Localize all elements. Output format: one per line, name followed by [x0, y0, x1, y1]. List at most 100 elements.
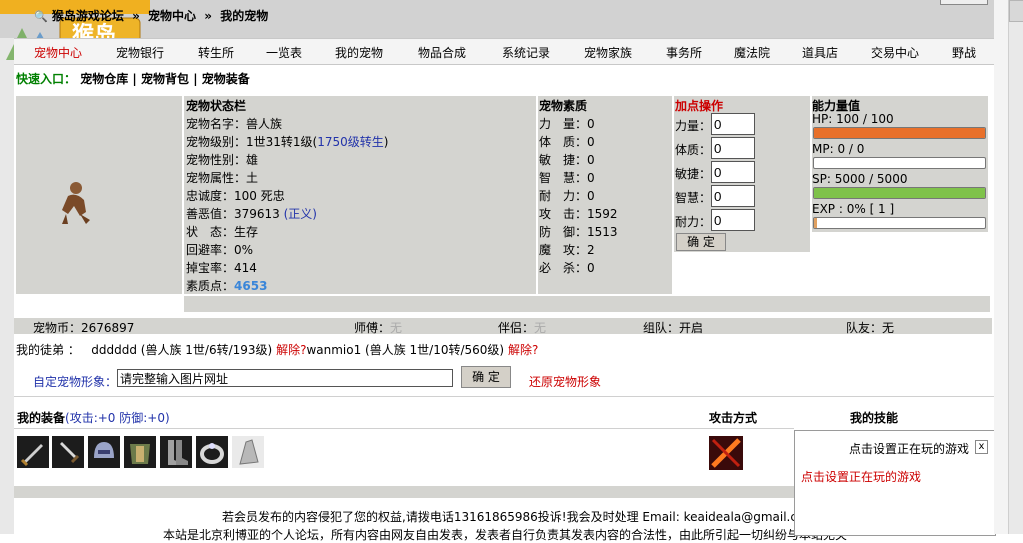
- pet-state: 状 态：生存: [186, 225, 259, 239]
- wisdom-input[interactable]: [711, 185, 755, 207]
- pet-level-rebirth-link[interactable]: 1750级转生: [317, 135, 384, 149]
- team-status: 组队：开启: [643, 319, 703, 336]
- nav-item-shop[interactable]: 道具店: [802, 44, 838, 61]
- custom-image-confirm-button[interactable]: 确 定: [461, 366, 511, 388]
- teammate-status: 队友：无: [846, 319, 894, 336]
- equipment-header: 我的装备(攻击:+0 防御:+0): [17, 409, 170, 426]
- quick-sep: |: [193, 72, 198, 86]
- apprentice-2-release-link[interactable]: 解除?: [508, 343, 538, 357]
- team-value: 开启: [679, 321, 704, 335]
- vertical-scrollbar[interactable]: [1008, 0, 1023, 534]
- exp-bar: [813, 217, 986, 229]
- custom-image-label: 自定宠物形象：: [33, 375, 118, 389]
- constitution-input[interactable]: [711, 137, 755, 159]
- quality-points-value: 4653: [234, 279, 268, 293]
- apprentice-1: dddddd (兽人族 1世/6转/193级): [91, 343, 273, 357]
- add-label-strength: 力量：: [675, 119, 712, 133]
- page: 猴岛 bbs.houdao.com 🔍 猴岛游戏论坛 » 宠物中心 » 我的宠物…: [0, 0, 1023, 542]
- apprentice-1-release-link[interactable]: 解除?: [276, 343, 306, 357]
- nav-item-synthesis[interactable]: 物品合成: [418, 44, 466, 61]
- quality-defense: 防 御：1513: [539, 225, 618, 239]
- nav-my-pet[interactable]: 我的宠物: [335, 44, 383, 61]
- hp-text: HP: 100 / 100: [812, 112, 894, 126]
- nav-overview[interactable]: 一览表: [266, 44, 302, 61]
- left-margin: [0, 0, 14, 534]
- add-points-confirm-button[interactable]: 确 定: [676, 233, 726, 251]
- footer-disclaimer: 本站是北京利博亚的个人论坛，所有内容由网友自由发表，发表者自行负责其发表内容的合…: [163, 528, 848, 542]
- add-label-constitution: 体质：: [675, 143, 712, 157]
- pet-level-prefix: 宠物级别：1世31转1级(: [186, 135, 318, 149]
- quick-link-backpack[interactable]: 宠物背包: [141, 72, 189, 86]
- pet-level-suffix: ): [383, 135, 389, 149]
- add-label-wisdom: 智慧：: [675, 191, 712, 205]
- quick-link-warehouse[interactable]: 宠物仓库: [80, 72, 128, 86]
- nav-trade-center[interactable]: 交易中心: [871, 44, 919, 61]
- exp-text: EXP : 0% [ 1 ]: [812, 202, 895, 216]
- teammate-value: 无: [882, 321, 895, 335]
- divider: [14, 396, 994, 397]
- quick-entry: 快速入口： 宠物仓库 | 宠物背包 | 宠物装备: [16, 70, 250, 87]
- quality-strength: 力 量：0: [539, 117, 595, 131]
- dagger-icon[interactable]: [52, 436, 84, 468]
- quality-agility: 敏 捷：0: [539, 153, 595, 167]
- game-status-popup: 点击设置正在玩的游戏 x 点击设置正在玩的游戏: [794, 430, 996, 536]
- hp-bar-fill: [814, 128, 985, 138]
- nav-pet-family[interactable]: 宠物家族: [584, 44, 632, 61]
- agility-input[interactable]: [711, 161, 755, 183]
- nav-magic-academy[interactable]: 魔法院: [734, 44, 770, 61]
- pet-coins: 宠物币：2676897: [33, 321, 135, 335]
- attack-mode-label: 攻击方式: [709, 411, 758, 425]
- sp-text: SP: 5000 / 5000: [812, 172, 908, 186]
- pet-quality-points: 素质点：4653: [186, 277, 267, 294]
- apprentice-row: 我的徒弟 ： dddddd (兽人族 1世/6转/193级) 解除?wanmio…: [16, 341, 538, 358]
- helmet-icon[interactable]: [88, 436, 120, 468]
- popup-set-game-link[interactable]: 点击设置正在玩的游戏: [801, 468, 921, 485]
- quality-critical: 必 杀：0: [539, 261, 595, 275]
- breadcrumb-forum[interactable]: 猴岛游戏论坛: [52, 9, 124, 23]
- nav-system-log[interactable]: 系统记录: [502, 44, 550, 61]
- pet-level: 宠物级别：1世31转1级(1750级转生): [186, 133, 388, 150]
- breadcrumb-center[interactable]: 宠物中心: [148, 9, 196, 23]
- pet-image-panel: [16, 96, 182, 294]
- scrollbar-thumb[interactable]: [1009, 0, 1023, 22]
- divider: [14, 428, 794, 429]
- armor-icon[interactable]: [124, 436, 156, 468]
- quality-title: 宠物素质: [539, 99, 588, 113]
- pet-attribute: 宠物属性：土: [186, 171, 259, 185]
- close-icon[interactable]: x: [975, 440, 988, 454]
- add-label-agility: 敏捷：: [675, 167, 712, 181]
- quality-constitution: 体 质：0: [539, 135, 595, 149]
- add-points-title: 加点操作: [675, 99, 724, 113]
- master-value: 无: [390, 321, 403, 335]
- nav-pet-bank[interactable]: 宠物银行: [116, 44, 164, 61]
- nav-rebirth[interactable]: 转生所: [198, 44, 234, 61]
- gauntlet-icon[interactable]: [232, 436, 264, 468]
- sp-bar: [813, 187, 986, 199]
- quick-link-equipment[interactable]: 宠物装备: [202, 72, 250, 86]
- pet-drop-rate: 掉宝率：414: [186, 261, 257, 275]
- status-bottom-band: [184, 296, 990, 312]
- add-label-endurance: 耐力：: [675, 215, 712, 229]
- restore-image-link[interactable]: 还原宠物形象: [529, 373, 601, 390]
- quick-sep: |: [132, 72, 137, 86]
- popup-title: 点击设置正在玩的游戏: [849, 442, 970, 456]
- nav-office[interactable]: 事务所: [666, 44, 702, 61]
- sword-icon[interactable]: [17, 436, 49, 468]
- nav-pet-center[interactable]: 宠物中心: [34, 44, 82, 61]
- ring-icon[interactable]: [196, 436, 228, 468]
- team-label-text: 组队：: [643, 321, 680, 335]
- strength-input[interactable]: [711, 113, 755, 135]
- boots-icon[interactable]: [160, 436, 192, 468]
- breadcrumb-current: 我的宠物: [220, 9, 269, 23]
- pet-karma-tag: (正义): [283, 207, 317, 221]
- custom-image-url-input[interactable]: [117, 369, 453, 387]
- footer-complaint-notice: 若会员发布的内容侵犯了您的权益,请拨电话13161865986投诉!我会及时处理…: [222, 510, 816, 524]
- attack-mode-icon[interactable]: [709, 436, 743, 470]
- top-right-box: [940, 0, 988, 5]
- teammate-label-text: 队友：: [846, 321, 883, 335]
- quality-magic-attack: 魔 攻：2: [539, 243, 595, 257]
- endurance-input[interactable]: [711, 209, 755, 231]
- pet-dodge: 回避率：0%: [186, 243, 254, 257]
- partner-label-text: 伴侣：: [498, 321, 535, 335]
- nav-field-battle[interactable]: 野战: [952, 44, 976, 61]
